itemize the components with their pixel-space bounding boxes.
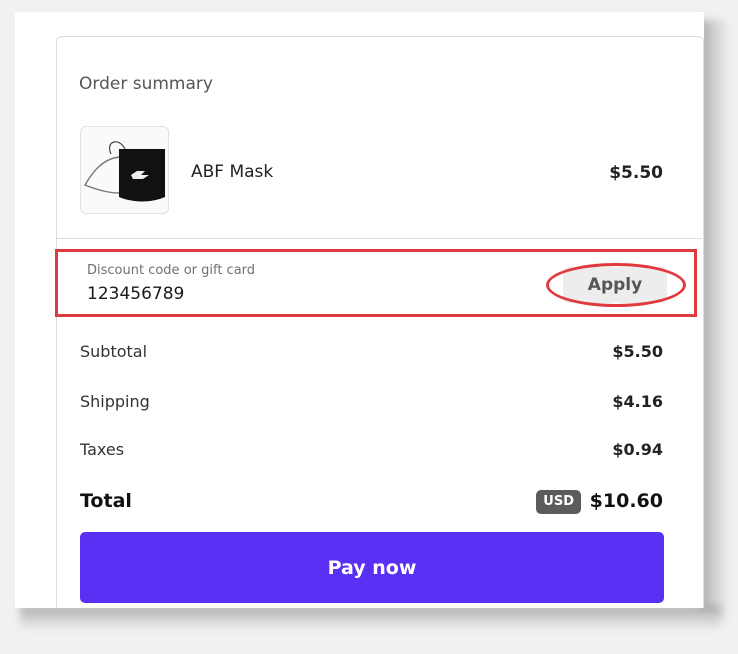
shipping-label: Shipping: [80, 392, 150, 411]
discount-code-field[interactable]: Discount code or gift card 123456789 App…: [55, 249, 697, 317]
total-label: Total: [80, 490, 132, 512]
order-summary-card: [56, 36, 704, 608]
checkout-window: Order summary ABF Mask $5.50 Discount co…: [15, 12, 704, 608]
subtotal-label: Subtotal: [80, 342, 148, 361]
product-thumbnail: [80, 126, 169, 214]
subtotal-row: Subtotal $5.50: [80, 342, 663, 366]
product-name: ABF Mask: [191, 162, 274, 182]
mask-product-image: [83, 141, 165, 202]
taxes-value: $0.94: [612, 440, 663, 459]
taxes-label: Taxes: [80, 440, 125, 459]
discount-field-label: Discount code or gift card: [87, 263, 256, 278]
order-summary-title: Order summary: [79, 74, 213, 94]
section-divider: [56, 238, 702, 239]
shipping-value: $4.16: [612, 392, 663, 411]
currency-badge: USD: [536, 490, 581, 514]
shipping-row: Shipping $4.16: [80, 392, 663, 416]
subtotal-value: $5.50: [612, 342, 663, 361]
screenshot-shadow: [20, 606, 720, 628]
taxes-row: Taxes $0.94: [80, 440, 663, 464]
total-row: Total USD $10.60: [80, 488, 663, 518]
total-value: $10.60: [589, 490, 663, 512]
apply-button[interactable]: Apply: [563, 267, 667, 303]
product-price: $5.50: [609, 163, 663, 183]
pay-now-button[interactable]: Pay now: [80, 532, 664, 603]
discount-code-input[interactable]: 123456789: [87, 284, 184, 304]
